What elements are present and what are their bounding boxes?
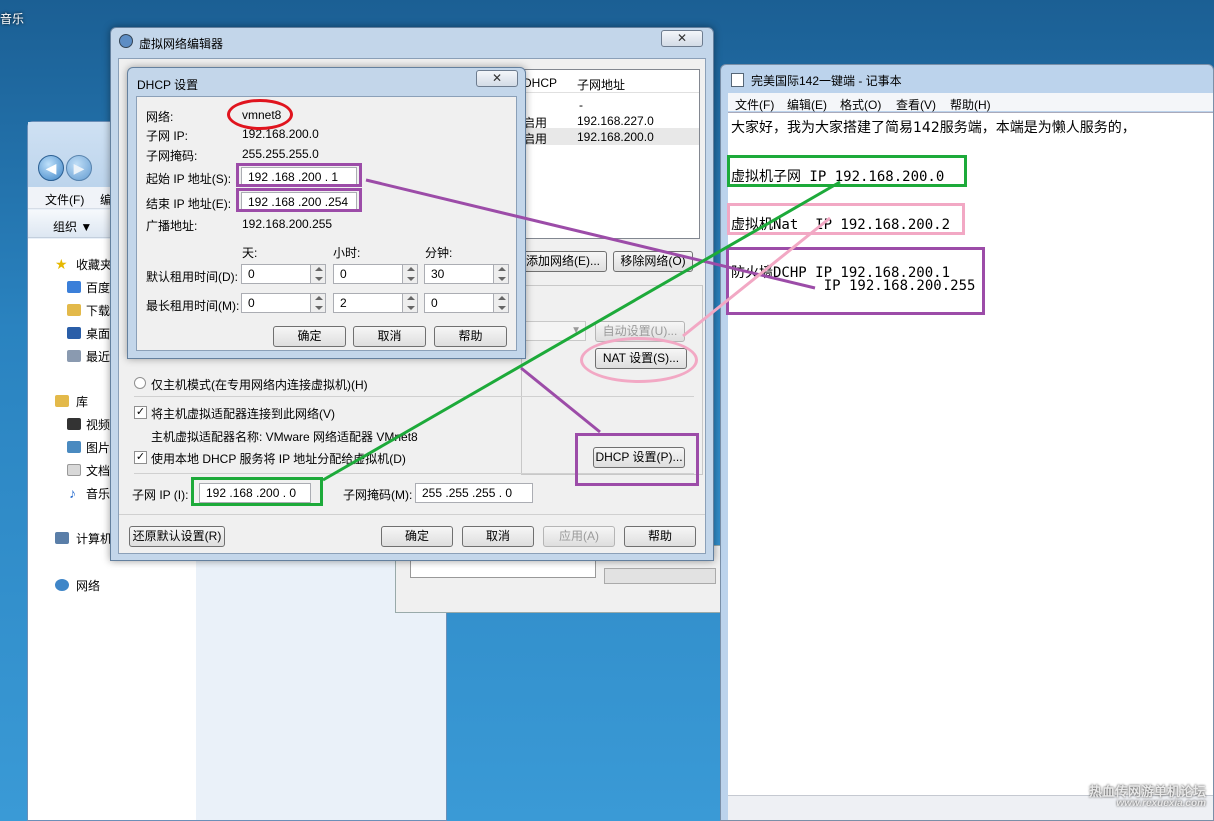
annotation-lines [322,178,841,482]
purple-arrow-line [520,366,601,434]
watermark-title: 热血传网游单机论坛 [1088,784,1206,799]
watermark: 热血传网游单机论坛 www.rexuexia.com [1088,784,1206,810]
pink-arrow-line [682,216,831,338]
green-arrow-line [322,180,841,482]
watermark-url: www.rexuexia.com [1116,798,1206,809]
